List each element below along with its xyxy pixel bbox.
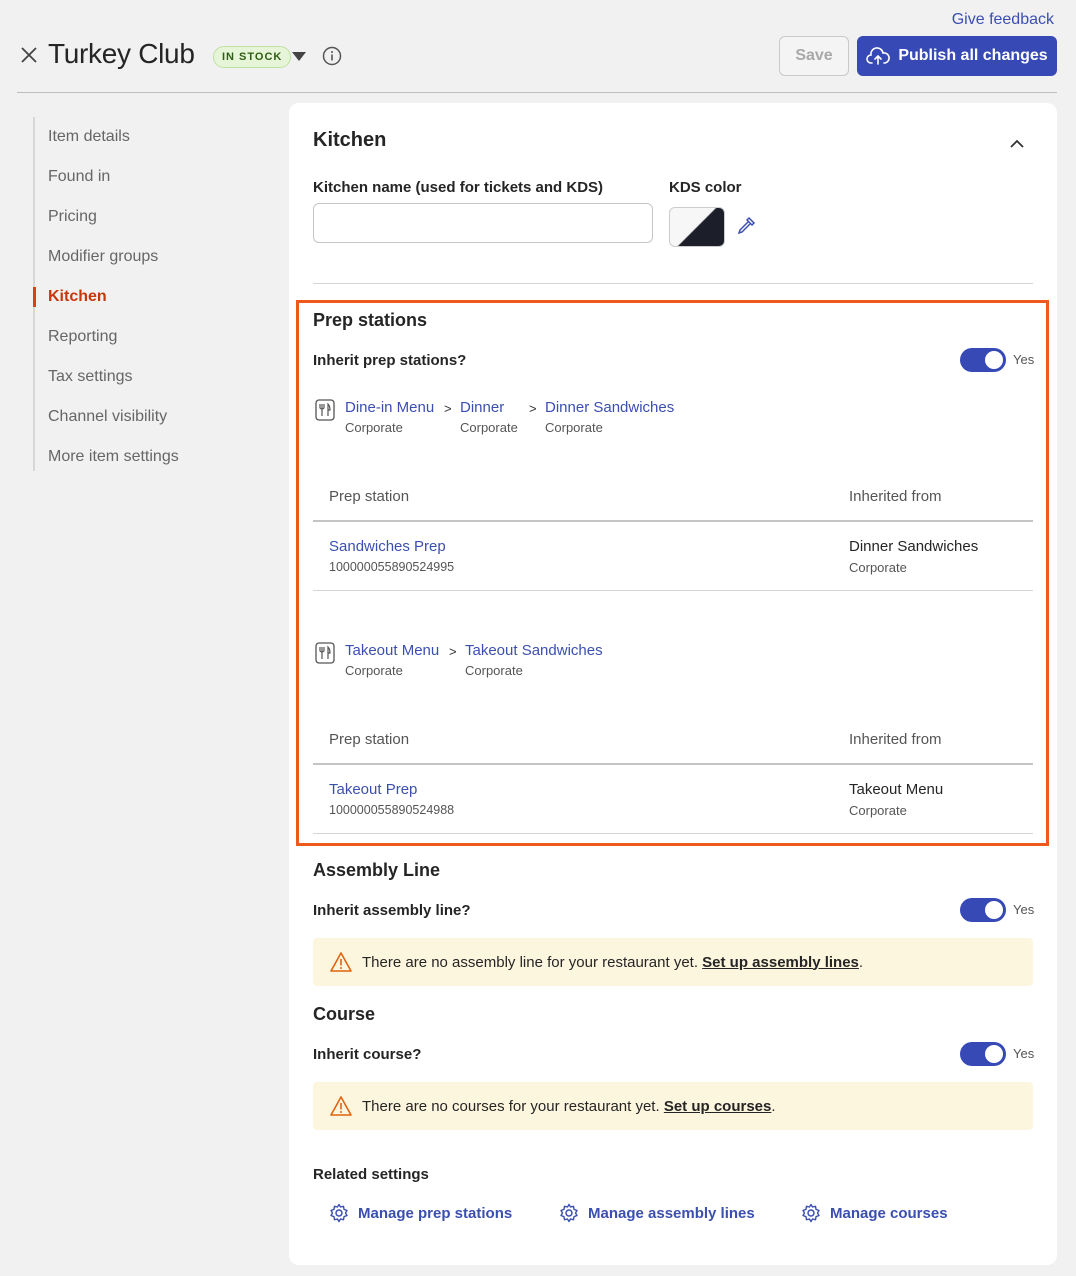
warning-icon bbox=[330, 1096, 352, 1116]
inherit-assembly-value: Yes bbox=[1013, 902, 1035, 917]
sidebar-item-tax-settings[interactable]: Tax settings bbox=[35, 357, 273, 397]
sidebar-item-kitchen[interactable]: Kitchen bbox=[33, 277, 273, 317]
sidebar-item-found-in[interactable]: Found in bbox=[35, 157, 273, 197]
kitchen-name-label: Kitchen name (used for tickets and KDS) bbox=[313, 179, 604, 196]
assembly-line-heading: Assembly Line bbox=[313, 860, 441, 880]
related-settings-heading: Related settings bbox=[313, 1166, 429, 1183]
course-warning-end: . bbox=[771, 1097, 776, 1115]
setup-courses-link[interactable]: Set up courses bbox=[664, 1098, 772, 1115]
save-button[interactable]: Save bbox=[779, 36, 849, 76]
page-title: Turkey Club bbox=[48, 38, 195, 69]
assembly-warning-text: There are no assembly line for your rest… bbox=[362, 953, 698, 971]
inherit-assembly-toggle[interactable] bbox=[960, 898, 1006, 922]
kds-color-swatch[interactable] bbox=[669, 207, 725, 247]
gear-icon bbox=[560, 1203, 578, 1223]
inherit-course-value: Yes bbox=[1013, 1046, 1035, 1061]
setup-assembly-lines-link[interactable]: Set up assembly lines bbox=[702, 954, 859, 971]
kds-color-label: KDS color bbox=[669, 179, 742, 196]
publish-all-changes-button[interactable]: Publish all changes bbox=[857, 36, 1057, 76]
cloud-upload-icon bbox=[866, 47, 891, 65]
sidebar-item-item-details[interactable]: Item details bbox=[35, 117, 273, 157]
sidebar-item-pricing[interactable]: Pricing bbox=[35, 197, 273, 237]
sidebar-item-modifier-groups[interactable]: Modifier groups bbox=[35, 237, 273, 277]
prep-stations-highlight bbox=[296, 300, 1049, 846]
close-icon[interactable] bbox=[19, 45, 39, 65]
warning-icon bbox=[330, 952, 352, 972]
chevron-up-icon[interactable] bbox=[1008, 135, 1026, 153]
caret-down-icon[interactable] bbox=[292, 52, 306, 61]
inherit-assembly-label: Inherit assembly line? bbox=[313, 902, 471, 919]
info-icon[interactable] bbox=[322, 46, 342, 66]
assembly-warning-banner: There are no assembly line for your rest… bbox=[313, 938, 1033, 986]
gear-icon bbox=[330, 1203, 348, 1223]
header-divider bbox=[17, 92, 1057, 93]
publish-label: Publish all changes bbox=[898, 47, 1048, 64]
manage-courses-label: Manage courses bbox=[830, 1204, 948, 1222]
give-feedback-link[interactable]: Give feedback bbox=[952, 11, 1054, 29]
kitchen-heading: Kitchen bbox=[313, 129, 387, 151]
inherit-course-toggle[interactable] bbox=[960, 1042, 1006, 1066]
manage-assembly-lines-link[interactable]: Manage assembly lines bbox=[559, 1203, 755, 1223]
inherit-course-label: Inherit course? bbox=[313, 1046, 422, 1063]
manage-prep-stations-link[interactable]: Manage prep stations bbox=[329, 1203, 512, 1223]
sidebar-nav: Item details Found in Pricing Modifier g… bbox=[33, 117, 273, 471]
eyedropper-icon[interactable] bbox=[735, 215, 757, 237]
kitchen-divider bbox=[313, 283, 1033, 284]
sidebar-item-more-item-settings[interactable]: More item settings bbox=[35, 437, 273, 477]
kitchen-name-input[interactable] bbox=[313, 203, 653, 243]
sidebar-item-reporting[interactable]: Reporting bbox=[35, 317, 273, 357]
manage-prep-stations-label: Manage prep stations bbox=[358, 1204, 513, 1222]
course-heading: Course bbox=[313, 1004, 376, 1024]
course-warning-banner: There are no courses for your restaurant… bbox=[313, 1082, 1033, 1130]
stock-status-badge: IN STOCK bbox=[213, 46, 292, 68]
sidebar-item-channel-visibility[interactable]: Channel visibility bbox=[35, 397, 273, 437]
assembly-warning-end: . bbox=[858, 953, 864, 971]
manage-courses-link[interactable]: Manage courses bbox=[801, 1203, 948, 1223]
course-warning-text: There are no courses for your restaurant… bbox=[362, 1097, 660, 1115]
gear-icon bbox=[802, 1203, 820, 1223]
manage-assembly-lines-label: Manage assembly lines bbox=[588, 1204, 755, 1222]
